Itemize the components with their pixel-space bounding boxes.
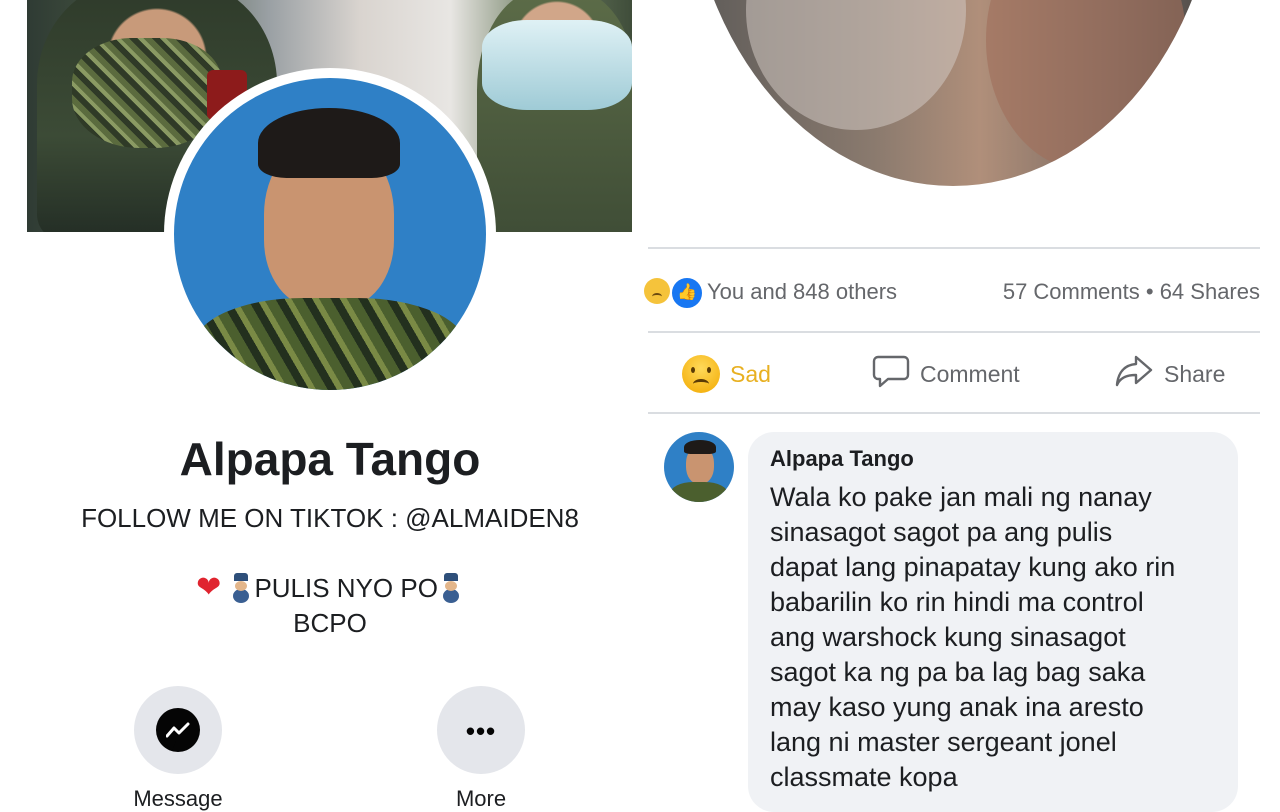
bio-line-pulis: ❤ PULIS NYO PO	[0, 570, 660, 605]
sad-label: Sad	[730, 360, 771, 387]
more-label: More	[455, 786, 507, 811]
comment-bubble[interactable]: Alpapa Tango Wala ko pake jan mali ng na…	[748, 432, 1238, 812]
heart-icon: ❤	[196, 571, 222, 604]
more-button[interactable]: •••	[437, 686, 525, 774]
like-reaction-icon: 👍	[670, 276, 704, 310]
reaction-icons[interactable]: 👍	[644, 276, 704, 310]
comment-label: Comment	[920, 360, 1020, 387]
message-button[interactable]	[134, 686, 222, 774]
avatar-uniform	[194, 298, 466, 390]
comment-button[interactable]: Comment	[872, 352, 1020, 396]
profile-avatar[interactable]	[174, 78, 486, 390]
divider	[648, 247, 1260, 249]
bio-text-pulis: PULIS NYO PO	[254, 573, 438, 603]
comment-author[interactable]: Alpapa Tango	[770, 446, 914, 472]
share-button[interactable]: Share	[1114, 352, 1225, 396]
comment-line: classmate kopa	[770, 762, 958, 792]
police-officer-icon	[230, 573, 252, 601]
comment-line: dapat lang pinapatay kung ako rin	[770, 552, 1176, 582]
comment-line: babarilin ko rin hindi ma control	[770, 587, 1144, 617]
comment-line: sagot ka ng pa ba lag bag saka	[770, 657, 1146, 687]
divider	[648, 331, 1260, 333]
comment-line: ang warshock kung sinasagot	[770, 622, 1126, 652]
comment-text: Wala ko pake jan mali ng nanay sinasagot…	[770, 480, 1230, 795]
profile-panel: Alpapa Tango FOLLOW ME ON TIKTOK : @ALMA…	[0, 0, 640, 811]
bio-line-tiktok: FOLLOW ME ON TIKTOK : @ALMAIDEN8	[81, 503, 579, 533]
comment-line: Wala ko pake jan mali ng nanay	[770, 482, 1152, 512]
reaction-count[interactable]: You and 848 others	[707, 279, 897, 305]
sad-button[interactable]: Sad	[682, 352, 771, 396]
comment-avatar-uniform	[670, 482, 728, 502]
police-officer-icon	[440, 573, 462, 601]
messenger-icon	[156, 708, 200, 752]
comment-icon	[872, 353, 910, 395]
comment-avatar-hair	[684, 440, 716, 454]
photo-blur-right	[986, 0, 1186, 170]
sad-reaction-icon	[644, 278, 670, 304]
comment-line: may kaso yung anak ina aresto	[770, 692, 1144, 722]
comment-line: sinasagot sagot pa ang pulis	[770, 517, 1113, 547]
share-label: Share	[1164, 360, 1226, 387]
comment-line: lang ni master sergeant jonel	[770, 727, 1117, 757]
sad-emoji-icon	[682, 355, 720, 393]
comments-shares-count[interactable]: 57 Comments • 64 Shares	[1003, 279, 1260, 305]
profile-name: Alpapa Tango	[179, 433, 481, 485]
avatar-hair	[258, 108, 400, 178]
comment-avatar[interactable]	[664, 432, 734, 502]
surgical-mask	[482, 20, 632, 110]
bio-line-bcpo: BCPO	[293, 608, 367, 638]
divider	[648, 412, 1260, 414]
message-label: Message	[133, 786, 223, 811]
share-icon	[1114, 353, 1154, 395]
more-dots-icon: •••	[465, 716, 497, 746]
post-panel: 👍 You and 848 others 57 Comments • 64 Sh…	[640, 0, 1280, 812]
